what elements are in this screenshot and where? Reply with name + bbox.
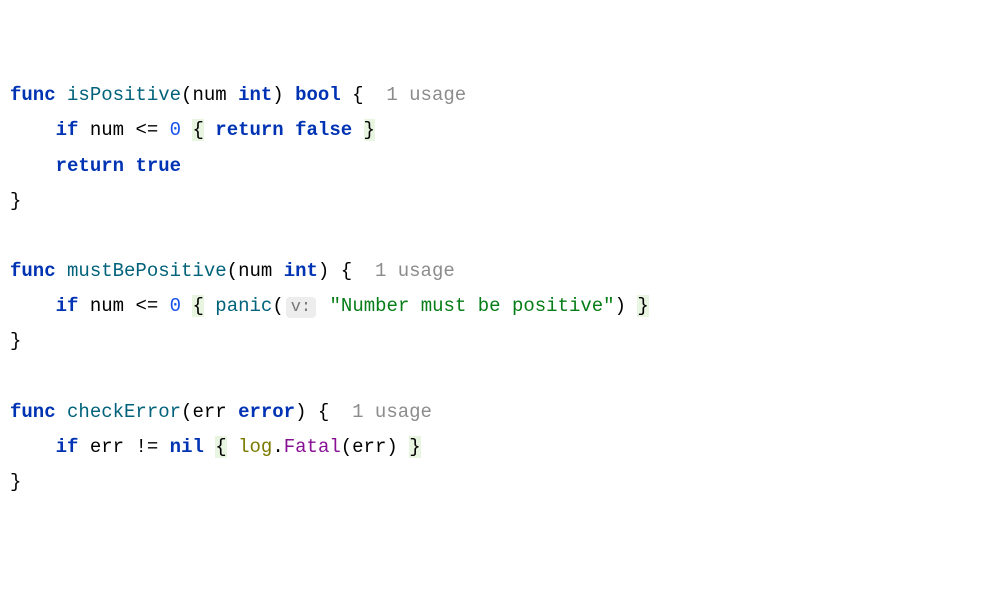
keyword-false: false — [295, 119, 352, 141]
type-bool: bool — [295, 84, 341, 106]
usage-annotation[interactable]: 1 usage — [352, 401, 432, 423]
op-lte: <= — [135, 295, 158, 317]
code-line: func checkError(err error) { 1 usage — [10, 401, 432, 423]
param-err: err — [192, 401, 226, 423]
paren-close: ) — [386, 436, 397, 458]
paren-open: ( — [181, 401, 192, 423]
brace-close-hl: } — [637, 295, 648, 317]
op-neq: != — [135, 436, 158, 458]
brace-close-hl: } — [409, 436, 420, 458]
type-int: int — [284, 260, 318, 282]
keyword-if: if — [56, 295, 79, 317]
code-line: if num <= 0 { panic(v: "Number must be p… — [10, 295, 649, 317]
ident-err: err — [352, 436, 386, 458]
keyword-return: return — [56, 155, 124, 177]
paren-open: ( — [341, 436, 352, 458]
code-line: func isPositive(num int) bool { 1 usage — [10, 84, 466, 106]
param-num: num — [238, 260, 272, 282]
brace-open: { — [341, 260, 352, 282]
brace-close-hl: } — [364, 119, 375, 141]
brace-close: } — [10, 471, 21, 493]
code-line: } — [10, 190, 21, 212]
method-fatal: Fatal — [284, 436, 341, 458]
paren-close: ) — [272, 84, 283, 106]
keyword-if: if — [56, 119, 79, 141]
paren-open: ( — [181, 84, 192, 106]
keyword-func: func — [10, 401, 56, 423]
ident-err: err — [90, 436, 124, 458]
code-line: return true — [10, 155, 181, 177]
usage-annotation[interactable]: 1 usage — [386, 84, 466, 106]
dot: . — [272, 436, 283, 458]
func-name-isPositive[interactable]: isPositive — [67, 84, 181, 106]
empty-line — [10, 365, 21, 387]
brace-open-hl: { — [192, 119, 203, 141]
paren-close: ) — [295, 401, 306, 423]
keyword-func: func — [10, 84, 56, 106]
param-num: num — [192, 84, 226, 106]
code-line: if err != nil { log.Fatal(err) } — [10, 436, 421, 458]
ident-num: num — [90, 295, 124, 317]
empty-line — [10, 225, 21, 247]
pkg-log: log — [238, 436, 272, 458]
usage-annotation[interactable]: 1 usage — [375, 260, 455, 282]
brace-open-hl: { — [192, 295, 203, 317]
keyword-return: return — [215, 119, 283, 141]
keyword-nil: nil — [170, 436, 204, 458]
code-line: } — [10, 330, 21, 352]
brace-close: } — [10, 190, 21, 212]
string-literal: "Number must be positive" — [330, 295, 615, 317]
code-line: func mustBePositive(num int) { 1 usage — [10, 260, 455, 282]
brace-open: { — [318, 401, 329, 423]
paren-open: ( — [227, 260, 238, 282]
brace-open-hl: { — [215, 436, 226, 458]
type-error: error — [238, 401, 295, 423]
keyword-if: if — [56, 436, 79, 458]
func-panic: panic — [215, 295, 272, 317]
paren-close: ) — [318, 260, 329, 282]
type-int: int — [238, 84, 272, 106]
op-lte: <= — [135, 119, 158, 141]
keyword-func: func — [10, 260, 56, 282]
literal-zero: 0 — [170, 295, 181, 317]
brace-open: { — [352, 84, 363, 106]
code-editor[interactable]: func isPositive(num int) bool { 1 usage … — [10, 78, 1000, 500]
paren-close: ) — [615, 295, 626, 317]
ident-num: num — [90, 119, 124, 141]
keyword-true: true — [135, 155, 181, 177]
brace-close: } — [10, 330, 21, 352]
func-name-mustBePositive[interactable]: mustBePositive — [67, 260, 227, 282]
code-line: } — [10, 471, 21, 493]
code-line: if num <= 0 { return false } — [10, 119, 375, 141]
func-name-checkError[interactable]: checkError — [67, 401, 181, 423]
paren-open: ( — [272, 295, 283, 317]
literal-zero: 0 — [170, 119, 181, 141]
param-hint-v: v: — [286, 297, 316, 318]
